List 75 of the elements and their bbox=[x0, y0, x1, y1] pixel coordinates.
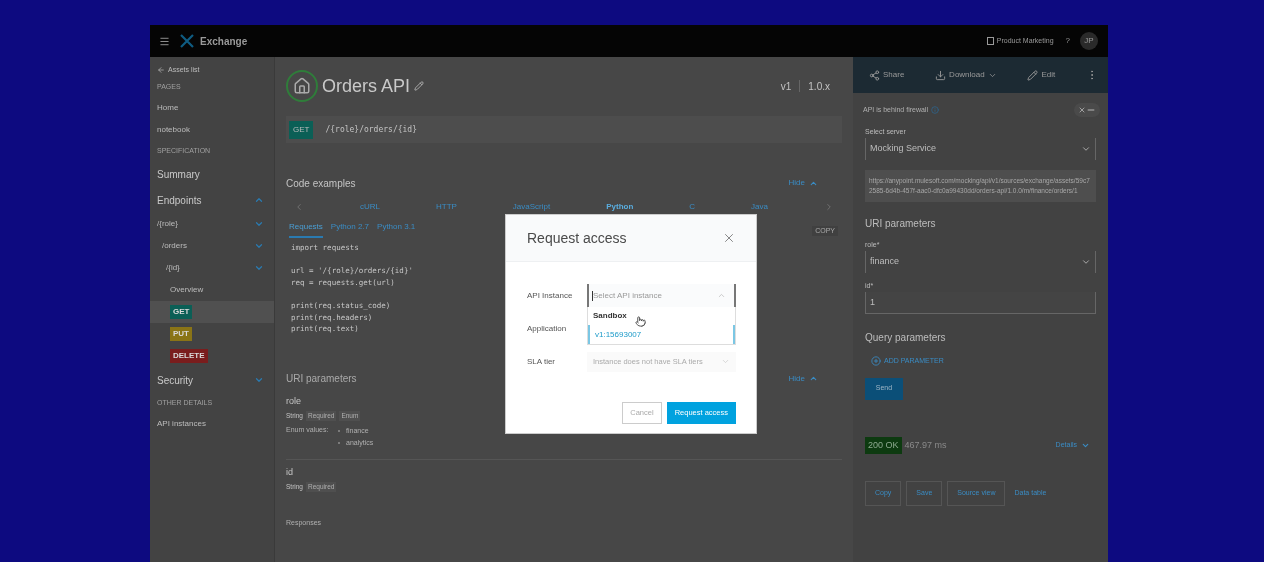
status-badge: 200 OK bbox=[865, 437, 902, 454]
sidebar-item[interactable]: Home bbox=[150, 97, 274, 119]
chevron-down-icon bbox=[1081, 257, 1091, 267]
share-icon bbox=[869, 69, 880, 81]
language-tab[interactable]: cURL bbox=[360, 201, 380, 213]
response-time: 467.97 ms bbox=[904, 438, 947, 452]
api-title: Orders API bbox=[322, 74, 411, 98]
language-tab[interactable]: C bbox=[689, 201, 696, 213]
method-tag: PUT bbox=[170, 327, 192, 341]
user-avatar[interactable]: JP bbox=[1080, 32, 1098, 50]
method-tag: GET bbox=[289, 120, 314, 139]
menu-icon[interactable] bbox=[159, 35, 170, 47]
close-icon[interactable] bbox=[722, 231, 736, 245]
close-icon bbox=[1078, 106, 1086, 114]
sidebar-item[interactable]: notebook bbox=[150, 119, 274, 141]
parameter-name: role bbox=[286, 394, 302, 408]
add-circle-icon[interactable] bbox=[871, 356, 881, 367]
language-tab[interactable]: HTTP bbox=[436, 201, 457, 213]
language-tab[interactable]: JavaScript bbox=[512, 201, 551, 213]
toolbar-button[interactable]: Share bbox=[869, 69, 905, 81]
parameter-select[interactable]: finance bbox=[865, 251, 1096, 273]
hide-toggle[interactable]: Hide bbox=[788, 372, 805, 385]
sidebar-item[interactable]: Overview bbox=[150, 279, 274, 301]
building-icon[interactable] bbox=[986, 37, 994, 45]
section-title: URI parameters bbox=[286, 372, 357, 387]
instance-select[interactable]: Select API instance bbox=[587, 284, 736, 307]
field-label: Application bbox=[527, 322, 568, 335]
pencil-icon bbox=[1027, 69, 1039, 81]
parameter-input[interactable]: 1 bbox=[865, 292, 1096, 314]
option-group-label: Sandbox bbox=[593, 310, 627, 322]
language-tab[interactable]: Java bbox=[751, 201, 768, 213]
sidebar-item[interactable]: /orders bbox=[150, 235, 274, 257]
method-tag: DELETE bbox=[170, 349, 208, 363]
edit-pencil-icon[interactable] bbox=[414, 81, 425, 91]
variant-tab[interactable]: Python 3.1 bbox=[377, 221, 416, 238]
chevron-down-icon[interactable] bbox=[1081, 441, 1090, 450]
exchange-logo-icon bbox=[180, 34, 194, 48]
sidebar-item[interactable]: GET bbox=[150, 301, 274, 323]
chevron-down-icon bbox=[721, 357, 730, 366]
variant-tab[interactable]: Python 2.7 bbox=[330, 221, 370, 238]
help-button[interactable]: ? bbox=[1065, 35, 1070, 47]
section-title: Query parameters bbox=[865, 331, 947, 345]
sidebar-item[interactable]: Endpoints bbox=[150, 187, 274, 213]
toolbar-button[interactable]: Edit bbox=[1027, 69, 1056, 81]
sidebar-item[interactable]: Summary bbox=[150, 161, 274, 187]
version-range[interactable]: 1.0.x bbox=[808, 78, 830, 94]
chevron-up-icon bbox=[717, 291, 726, 300]
version-label: v1 bbox=[780, 79, 792, 94]
hand-cursor-icon bbox=[635, 316, 646, 327]
language-tab[interactable]: Python bbox=[606, 201, 634, 213]
dismiss-button[interactable] bbox=[1074, 103, 1100, 117]
field-label: SLA tier bbox=[527, 355, 556, 368]
field-label: API Instance bbox=[527, 289, 574, 302]
back-arrow-icon[interactable] bbox=[157, 66, 165, 74]
section-title: Code examples bbox=[286, 176, 356, 191]
parameter-name: id bbox=[286, 465, 294, 479]
section-title: URI parameters bbox=[865, 217, 937, 231]
api-house-icon bbox=[286, 70, 318, 102]
variant-tab[interactable]: Requests bbox=[289, 221, 323, 238]
toolbar-button[interactable]: Download bbox=[935, 69, 997, 81]
sidebar-item[interactable]: API instances bbox=[150, 413, 274, 435]
sidebar-item[interactable]: /{id} bbox=[150, 257, 274, 279]
sidebar-item[interactable]: DELETE bbox=[150, 345, 274, 367]
sidebar-item[interactable]: /{role} bbox=[150, 213, 274, 235]
sidebar-item[interactable]: Security bbox=[150, 367, 274, 393]
previous-icon[interactable] bbox=[294, 202, 304, 212]
sidebar-item[interactable]: PUT bbox=[150, 323, 274, 345]
server-select[interactable]: Mocking Service bbox=[865, 138, 1096, 160]
chevron-down-icon bbox=[1081, 144, 1091, 154]
method-tag: GET bbox=[170, 305, 193, 319]
endpoint-path: /{role}/orders/{id} bbox=[325, 123, 417, 136]
download-icon bbox=[935, 69, 947, 81]
hide-toggle[interactable]: Hide bbox=[788, 177, 805, 189]
app-name: Exchange bbox=[200, 34, 248, 49]
dialog-title: Request access bbox=[527, 228, 627, 248]
